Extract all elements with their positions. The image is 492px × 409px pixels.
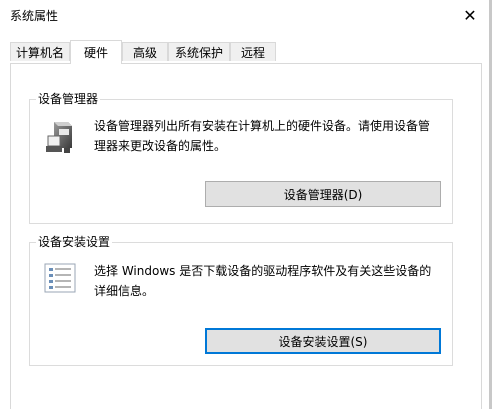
tab-computer-name[interactable]: 计算机名 xyxy=(10,42,70,61)
close-button[interactable]: ✕ xyxy=(448,0,492,30)
window-title: 系统属性 xyxy=(10,9,59,23)
tab-system-protection[interactable]: 系统保护 xyxy=(168,42,230,61)
tab-label: 硬件 xyxy=(83,46,108,60)
device-install-button-label: 设备安装设置(S) xyxy=(278,334,368,349)
tab-label: 远程 xyxy=(240,45,265,60)
device-install-group-title: 设备安装设置 xyxy=(36,234,113,250)
tab-remote[interactable]: 远程 xyxy=(230,42,276,61)
device-install-desc-line2: 详细信息。 xyxy=(94,284,155,298)
device-manager-button[interactable]: 设备管理器(D) xyxy=(205,181,441,207)
tab-label: 系统保护 xyxy=(174,45,223,60)
tab-strip: 计算机名 硬件 高级 系统保护 远程 xyxy=(10,40,482,64)
tab-label: 计算机名 xyxy=(15,45,64,60)
tab-advanced[interactable]: 高级 xyxy=(122,42,168,61)
tab-label: 高级 xyxy=(132,45,157,60)
device-manager-group-title: 设备管理器 xyxy=(36,91,101,107)
device-manager-group: 设备管理器 设备管理器列出所有安装在计算机上的硬件设备。请使用设备管 理器来更改… xyxy=(29,91,453,224)
tab-panel-hardware: 设备管理器 设备管理器列出所有安装在计算机上的硬件设备。请使用设备管 理器来更改… xyxy=(10,63,482,409)
device-install-group: 设备安装设置 选择 Windows 是否下载设备的驱动程序软件及有关这些设备的 … xyxy=(29,234,453,366)
device-install-settings-button[interactable]: 设备安装设置(S) xyxy=(205,328,441,354)
device-install-desc-line1: 选择 Windows 是否下载设备的驱动程序软件及有关这些设备的 xyxy=(94,264,432,278)
device-manager-desc-line1: 设备管理器列出所有安装在计算机上的硬件设备。请使用设备管 xyxy=(94,119,431,133)
title-bar: 系统属性 ✕ xyxy=(0,0,492,30)
checklist-icon xyxy=(44,263,76,293)
device-manager-icon xyxy=(46,122,72,153)
close-icon: ✕ xyxy=(463,5,477,25)
device-manager-button-label: 设备管理器(D) xyxy=(283,187,363,202)
device-manager-desc-line2: 理器来更改设备的属性。 xyxy=(94,139,227,153)
tab-hardware[interactable]: 硬件 xyxy=(70,40,122,64)
